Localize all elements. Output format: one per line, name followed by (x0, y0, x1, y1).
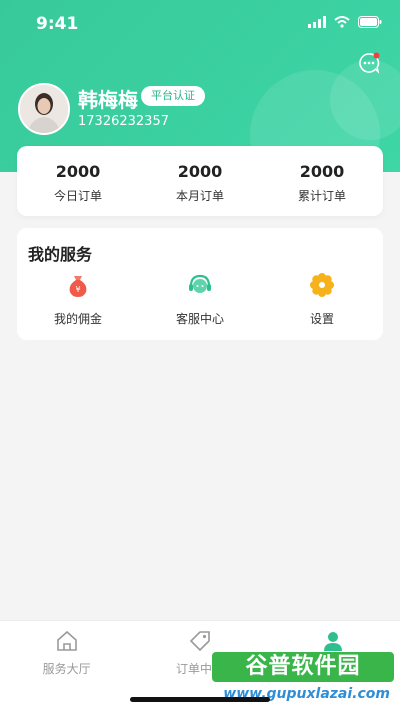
stat-label: 今日订单 (53, 189, 102, 203)
tag-icon (189, 631, 210, 652)
user-name: 韩梅梅 (78, 88, 138, 112)
stat-value: 2000 (299, 162, 345, 181)
home-indicator (130, 697, 270, 702)
avatar[interactable] (18, 83, 70, 135)
user-phone: 17326232357 (78, 114, 169, 129)
services-card: 我的服务 ¥ 我的佣金 客服中心 设置 (17, 228, 383, 340)
status-bar: 9:41 (0, 0, 400, 48)
service-customer-center[interactable]: 客服中心 (139, 272, 261, 327)
watermark-logo: 谷普软件园 (212, 652, 394, 682)
money-bag-icon: ¥ (69, 276, 87, 297)
service-commission[interactable]: ¥ 我的佣金 (17, 272, 139, 327)
home-icon (56, 630, 77, 651)
verified-badge: 平台认证 (141, 86, 205, 106)
stat-total-orders[interactable]: 2000 累计订单 (261, 146, 383, 216)
service-label: 设置 (309, 312, 334, 326)
order-stats-card: 2000 今日订单 2000 本月订单 2000 累计订单 (17, 146, 383, 216)
avatar-image (20, 85, 68, 133)
gear-icon (310, 273, 334, 297)
service-label: 客服中心 (175, 312, 224, 326)
stat-label: 累计订单 (297, 189, 346, 203)
signal-icon (308, 16, 326, 28)
stat-value: 2000 (177, 162, 223, 181)
user-icon (324, 632, 343, 651)
service-label: 我的佣金 (53, 312, 102, 326)
status-icons (308, 16, 382, 28)
status-time: 9:41 (36, 14, 79, 34)
services-list: ¥ 我的佣金 客服中心 设置 (17, 272, 383, 327)
battery-icon (358, 16, 382, 28)
tab-label: 服务大厅 (42, 662, 91, 676)
stat-today-orders[interactable]: 2000 今日订单 (17, 146, 139, 216)
message-icon[interactable] (358, 52, 380, 74)
wifi-icon (334, 16, 350, 28)
stat-value: 2000 (55, 162, 101, 181)
stat-month-orders[interactable]: 2000 本月订单 (139, 146, 261, 216)
tab-service-hall[interactable]: 服务大厅 (0, 621, 133, 712)
stat-label: 本月订单 (175, 189, 224, 203)
headset-icon (189, 274, 211, 293)
svg-text:¥: ¥ (75, 285, 80, 294)
service-settings[interactable]: 设置 (261, 272, 383, 327)
services-title: 我的服务 (28, 245, 93, 264)
